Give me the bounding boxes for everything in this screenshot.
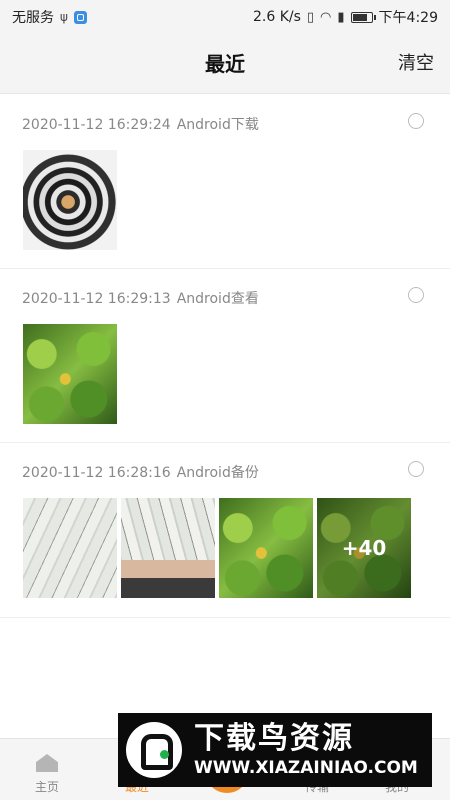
select-group-radio[interactable] (408, 287, 424, 303)
thumbnail-row (23, 150, 117, 250)
green-leaves-thumbnail[interactable] (23, 324, 117, 424)
app-notification-icon (73, 10, 87, 24)
header-bar: 最近 清空 (0, 34, 450, 94)
wifi-icon: ◠ (320, 9, 332, 25)
green-leaves-thumbnail[interactable] (219, 498, 313, 598)
group-source: Android备份 (176, 465, 259, 481)
sim-icon: ▮ (337, 9, 345, 25)
clock: 下午4:29 (378, 10, 438, 26)
vibrate-icon: ▯ (306, 9, 315, 25)
thumbnail-row: +40 (23, 498, 411, 598)
group-header: 2020-11-12 16:29:24 Android下载 (22, 114, 259, 134)
clear-button[interactable]: 清空 (398, 34, 434, 94)
thumbnail-row (23, 324, 117, 424)
status-bar: 无服务 ψ 2.6 K/s ▯ ◠ ▮ 下午4:29 (0, 0, 450, 34)
watermark-text: 下载鸟资源 WWW.XIAZAINIAO.COM (194, 721, 418, 779)
group-header: 2020-11-12 16:28:16 Android备份 (22, 462, 259, 482)
network-speed: 2.6 K/s (252, 9, 301, 25)
carrier-text: 无服务 (12, 10, 54, 26)
page-title: 最近 (205, 52, 245, 76)
watermark-name: 下载鸟资源 (194, 721, 354, 756)
home-icon (36, 754, 58, 772)
recent-group: 2020-11-12 16:29:24 Android下载 (0, 94, 450, 269)
watermark-banner: 下载鸟资源 WWW.XIAZAINIAO.COM (118, 713, 432, 787)
select-group-radio[interactable] (408, 461, 424, 477)
status-right: 2.6 K/s ▯ ◠ ▮ 下午4:29 (253, 7, 438, 27)
watermark-logo-icon (126, 722, 182, 778)
group-header: 2020-11-12 16:29:13 Android查看 (22, 288, 259, 308)
group-source: Android查看 (176, 291, 259, 307)
tab-home[interactable]: 主页 (2, 739, 92, 800)
watermark-url: WWW.XIAZAINIAO.COM (194, 758, 418, 778)
recent-group: 2020-11-12 16:28:16 Android备份 +40 (0, 442, 450, 618)
group-timestamp: 2020-11-12 16:29:24 (22, 117, 171, 133)
group-timestamp: 2020-11-12 16:29:13 (22, 291, 171, 307)
more-count: +40 (317, 498, 411, 598)
status-left: 无服务 ψ (12, 7, 87, 27)
more-photos-thumbnail[interactable]: +40 (317, 498, 411, 598)
spiral-staircase-thumbnail[interactable] (23, 150, 117, 250)
usb-icon: ψ (60, 10, 68, 24)
group-timestamp: 2020-11-12 16:28:16 (22, 465, 171, 481)
select-group-radio[interactable] (408, 113, 424, 129)
tab-home-label: 主页 (34, 780, 59, 794)
banknotes-thumbnail[interactable] (23, 498, 117, 598)
banknotes-hand-thumbnail[interactable] (121, 498, 215, 598)
battery-icon (350, 11, 376, 23)
group-source: Android下载 (176, 117, 259, 133)
recent-group: 2020-11-12 16:29:13 Android查看 (0, 268, 450, 443)
